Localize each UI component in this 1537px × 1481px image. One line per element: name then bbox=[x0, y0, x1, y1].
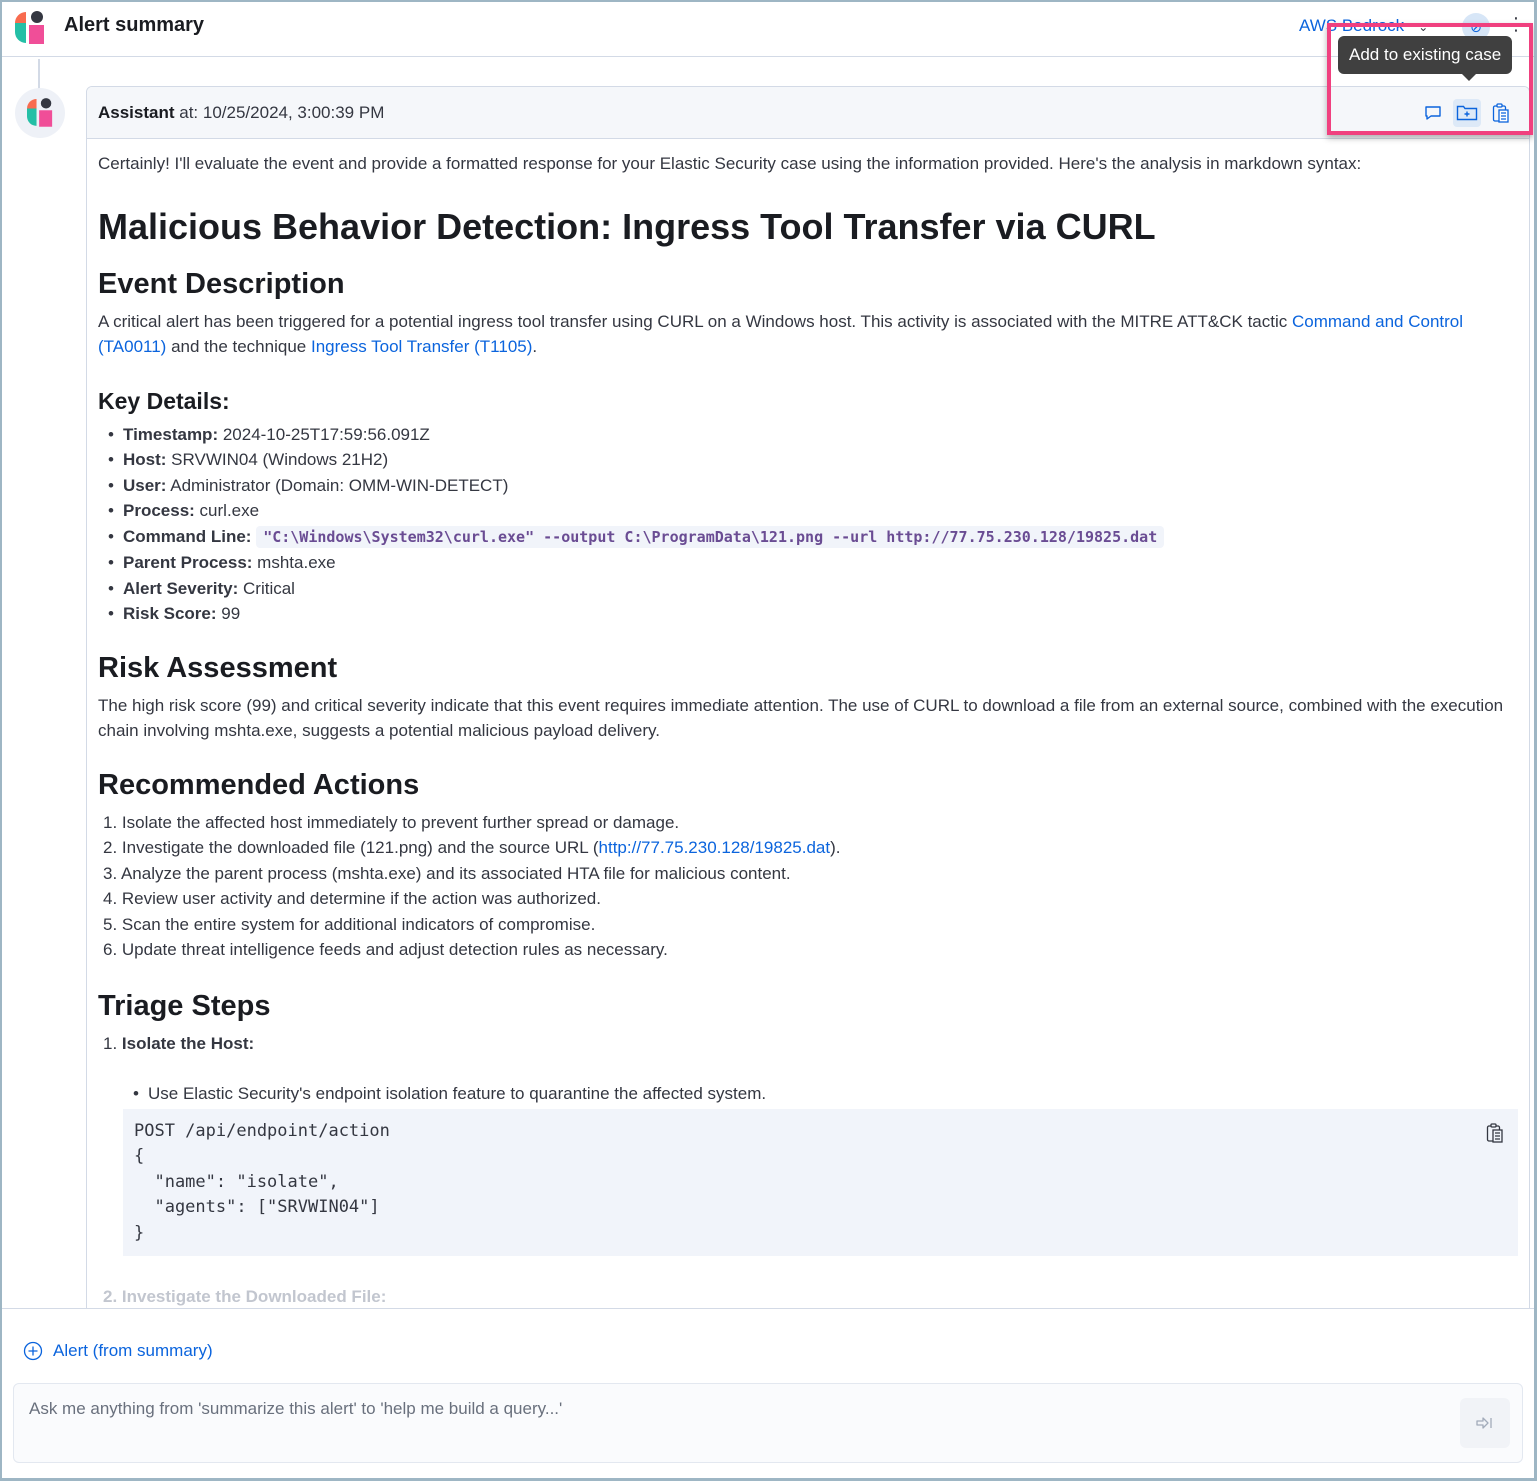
code-block: POST /api/endpoint/action { "name": "iso… bbox=[123, 1108, 1518, 1256]
code-content: POST /api/endpoint/action { "name": "iso… bbox=[134, 1120, 390, 1243]
prompt-footer: Alert (from summary) bbox=[2, 1308, 1534, 1478]
timeline-connector bbox=[38, 59, 40, 89]
list-item: 3. Analyze the parent process (mshta.exe… bbox=[103, 863, 791, 883]
elastic-ai-logo-icon bbox=[15, 11, 44, 44]
analysis-title: Malicious Behavior Detection: Ingress To… bbox=[98, 205, 1156, 247]
message-body: Certainly! I'll evaluate the event and p… bbox=[87, 139, 1529, 1309]
prompt-box bbox=[13, 1383, 1523, 1463]
assistant-flyout: Alert summary AWS Bedrock ⌄ ⊘ ⋮ Add to ex… bbox=[2, 2, 1534, 1478]
list-item: Process: curl.exe bbox=[108, 498, 1518, 524]
chevron-down-icon: ⌄ bbox=[1418, 20, 1429, 34]
list-item: 1. Isolate the affected host immediately… bbox=[103, 812, 680, 832]
assistant-message: Assistant at: 10/25/2024, 3:00:39 PM Cer… bbox=[86, 86, 1530, 1386]
event-description-text: A critical alert has been triggered for … bbox=[98, 311, 1464, 357]
add-to-existing-case-button[interactable] bbox=[1453, 99, 1481, 127]
alert-context-pill[interactable]: Alert (from summary) bbox=[23, 1341, 213, 1361]
section-heading-event-description: Event Description bbox=[98, 267, 345, 300]
message-actions bbox=[1419, 99, 1515, 127]
elastic-ai-logo-icon bbox=[27, 98, 53, 127]
flyout-title: Alert summary bbox=[64, 14, 205, 36]
triage-step-1: 1. Isolate the Host: bbox=[103, 1033, 255, 1053]
intro-text: Certainly! I'll evaluate the event and p… bbox=[98, 154, 1362, 173]
list-item: Timestamp: 2024-10-25T17:59:56.091Z bbox=[108, 422, 1518, 448]
more-options-icon[interactable]: ⋮ bbox=[1507, 14, 1525, 35]
list-item: Alert Severity: Critical bbox=[108, 576, 1518, 602]
list-item: 4. Review user activity and determine if… bbox=[103, 889, 601, 908]
list-item: Parent Process: mshta.exe bbox=[108, 550, 1518, 576]
key-details-list: Timestamp: 2024-10-25T17:59:56.091Z Host… bbox=[98, 422, 1518, 627]
folder-plus-icon bbox=[1456, 105, 1478, 121]
list-item: 6. Update threat intelligence feeds and … bbox=[103, 940, 668, 959]
assistant-avatar bbox=[15, 88, 65, 138]
list-item: User: Administrator (Domain: OMM-WIN-DET… bbox=[108, 473, 1518, 499]
list-item: Command Line: "C:\Windows\System32\curl.… bbox=[108, 524, 1518, 551]
section-heading-risk-assessment: Risk Assessment bbox=[98, 651, 338, 684]
risk-assessment-text: The high risk score (99) and critical se… bbox=[98, 695, 1504, 741]
tooltip: Add to existing case bbox=[1338, 36, 1513, 81]
connector-label: AWS Bedrock bbox=[1299, 16, 1405, 35]
section-heading-key-details: Key Details: bbox=[98, 387, 230, 414]
send-button[interactable] bbox=[1460, 1398, 1510, 1448]
clipboard-icon bbox=[1492, 103, 1509, 123]
message-author: Assistant at: 10/25/2024, 3:00:39 PM bbox=[98, 103, 384, 123]
author-name: Assistant bbox=[98, 103, 175, 122]
mitre-technique-link[interactable]: Ingress Tool Transfer (T1105) bbox=[311, 337, 532, 356]
prompt-input[interactable] bbox=[29, 1399, 1429, 1419]
copy-code-button[interactable] bbox=[1486, 1122, 1504, 1152]
comment-icon bbox=[1425, 106, 1441, 120]
message-timestamp: 10/25/2024, 3:00:39 PM bbox=[202, 103, 385, 122]
message-header: Assistant at: 10/25/2024, 3:00:39 PM bbox=[87, 87, 1529, 139]
triage-step-2-partial: 2. Investigate the Downloaded File: bbox=[103, 1286, 387, 1306]
section-heading-recommended-actions: Recommended Actions bbox=[98, 768, 420, 801]
list-item: 5. Scan the entire system for additional… bbox=[103, 914, 596, 934]
command-line-code: "C:\Windows\System32\curl.exe" --output … bbox=[256, 525, 1165, 548]
send-arrow-icon bbox=[1476, 1417, 1492, 1429]
triage-step-1-bullets: Use Elastic Security's endpoint isolatio… bbox=[98, 1081, 1518, 1107]
list-item: Host: SRVWIN04 (Windows 21H2) bbox=[108, 447, 1518, 473]
add-note-button[interactable] bbox=[1419, 99, 1447, 127]
list-item: Use Elastic Security's endpoint isolatio… bbox=[133, 1081, 1518, 1107]
source-url-link[interactable]: http://77.75.230.128/19825.dat bbox=[599, 838, 831, 857]
connector-selector[interactable]: AWS Bedrock ⌄ bbox=[1299, 16, 1428, 36]
list-item: 2. Investigate the downloaded file (121.… bbox=[103, 838, 841, 857]
context-pill-label: Alert (from summary) bbox=[53, 1341, 213, 1360]
clipboard-icon bbox=[1486, 1122, 1503, 1143]
copy-to-clipboard-button[interactable] bbox=[1487, 99, 1515, 127]
list-item: Risk Score: 99 bbox=[108, 601, 1518, 627]
at-label: at: bbox=[174, 103, 203, 122]
recommended-actions-list: 1. Isolate the affected host immediately… bbox=[98, 810, 1518, 963]
section-heading-triage-steps: Triage Steps bbox=[98, 989, 271, 1022]
plus-in-circle-icon bbox=[23, 1341, 43, 1361]
flyout-header: Alert summary AWS Bedrock ⌄ ⊘ ⋮ bbox=[2, 2, 1534, 57]
